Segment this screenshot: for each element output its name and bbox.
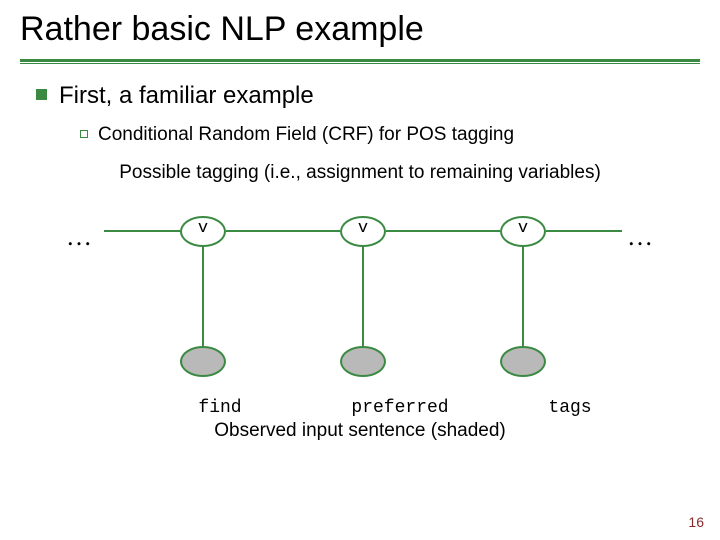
edge-vertical — [522, 247, 524, 346]
edge-horizontal — [226, 230, 340, 232]
edge-vertical — [202, 247, 204, 346]
edge-horizontal — [546, 230, 622, 232]
edge-horizontal — [104, 230, 180, 232]
observed-words: findpreferredtags — [24, 398, 696, 418]
obs-node — [500, 346, 546, 377]
title-underline — [20, 59, 700, 62]
tag-label: v — [500, 219, 546, 238]
edge-vertical — [362, 247, 364, 346]
edge-horizontal — [386, 230, 500, 232]
bullet-l1: First, a familiar example — [24, 82, 696, 110]
caption-bottom: Observed input sentence (shaded) — [24, 420, 696, 442]
ellipsis-right: … — [627, 222, 654, 252]
slide-title: Rather basic NLP example — [20, 10, 700, 49]
obs-node — [180, 346, 226, 377]
ellipsis-left: … — [66, 222, 93, 252]
word-label: find — [130, 398, 310, 418]
bullet-l1-text: First, a familiar example — [59, 82, 314, 110]
crf-diagram: … … v v v — [40, 206, 680, 396]
bullet-l2-text: Conditional Random Field (CRF) for POS t… — [98, 124, 514, 146]
bullet-icon-outline — [80, 130, 88, 138]
bullet-icon — [36, 89, 47, 100]
obs-node — [340, 346, 386, 377]
caption-top: Possible tagging (i.e., assignment to re… — [24, 162, 696, 184]
page-number: 16 — [688, 514, 704, 530]
tag-label: v — [340, 219, 386, 238]
tag-label: v — [180, 219, 226, 238]
bullet-l2: Conditional Random Field (CRF) for POS t… — [80, 124, 696, 146]
word-label: preferred — [310, 398, 490, 418]
word-label: tags — [490, 398, 650, 418]
